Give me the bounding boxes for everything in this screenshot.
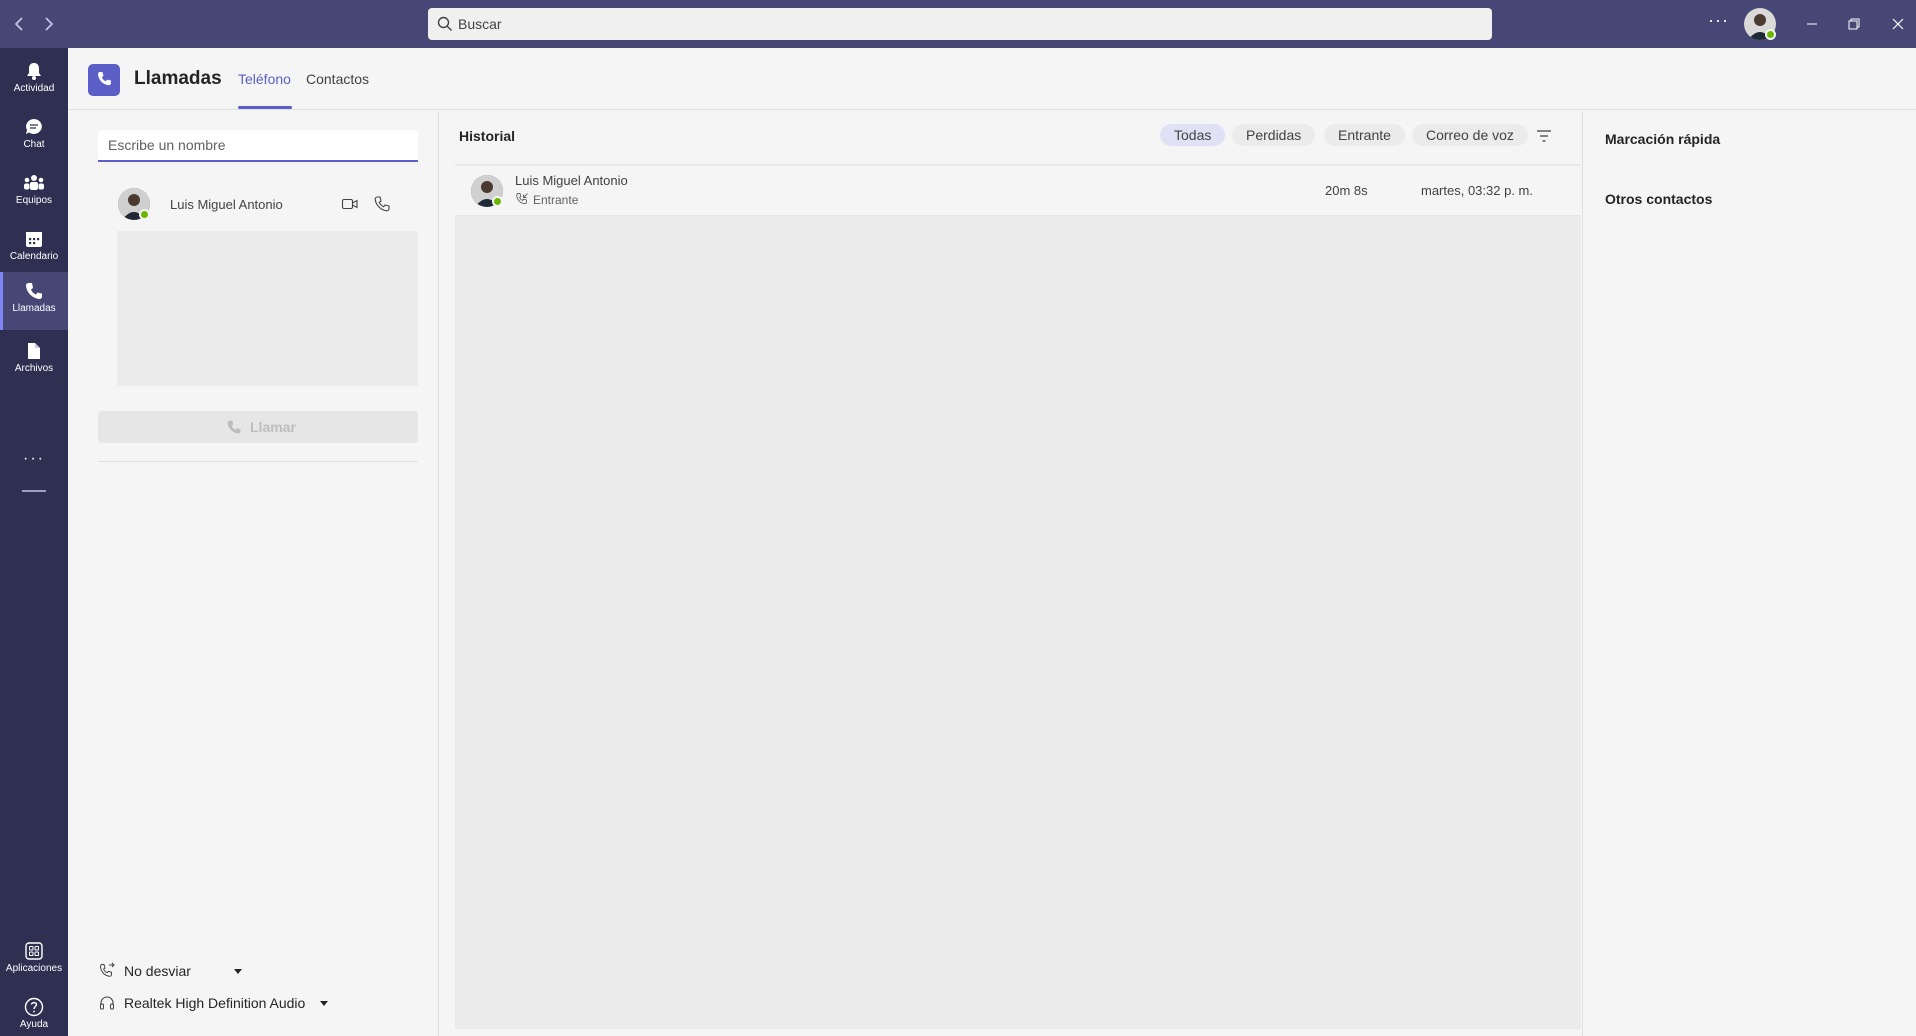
- dial-pad-area: [117, 231, 418, 386]
- rail-item-files[interactable]: Archivos: [0, 332, 68, 386]
- headset-icon: [100, 996, 114, 1010]
- close-button[interactable]: [1886, 12, 1910, 36]
- presence-available-icon: [1765, 29, 1776, 40]
- minimize-icon: [1807, 23, 1817, 25]
- divider: [98, 461, 418, 462]
- apps-icon: [25, 942, 43, 960]
- search-placeholder: Buscar: [458, 16, 502, 32]
- call-button-label: Llamar: [250, 419, 296, 435]
- title-bar: Buscar ···: [0, 0, 1916, 48]
- call-type-label: Entrante: [533, 193, 579, 207]
- history-header: Historial Todas Perdidas Entrante Correo…: [455, 111, 1581, 165]
- page-title: Llamadas: [134, 68, 222, 89]
- rail-item-activity[interactable]: Actividad: [0, 52, 68, 106]
- rail-item-help[interactable]: Ayuda: [0, 988, 68, 1036]
- minimize-button[interactable]: [1800, 12, 1824, 36]
- chat-icon: [26, 119, 42, 134]
- chevron-right-icon: [45, 17, 54, 31]
- rail-divider: [22, 490, 46, 492]
- call-forward-icon: [99, 962, 115, 977]
- close-icon: [1892, 18, 1904, 30]
- rail-item-calls[interactable]: Llamadas: [0, 272, 68, 330]
- filter-correo-de-voz[interactable]: Correo de voz: [1412, 124, 1528, 146]
- restore-button[interactable]: [1842, 12, 1866, 36]
- rail-item-apps[interactable]: Aplicaciones: [0, 932, 68, 986]
- video-camera-icon: [341, 198, 358, 210]
- phone-icon: [26, 283, 42, 299]
- forwarding-label: No desviar: [124, 963, 191, 979]
- filter-icon[interactable]: [1535, 127, 1553, 145]
- help-icon: [24, 997, 44, 1017]
- rail-label: Llamadas: [12, 303, 56, 314]
- filter-todas[interactable]: Todas: [1160, 124, 1226, 146]
- contact-name: Luis Miguel Antonio: [170, 197, 283, 212]
- history-title: Historial: [459, 128, 516, 144]
- app-rail: Actividad Chat Equipos Calendario Llamad…: [0, 48, 68, 1036]
- filter-perdidas[interactable]: Perdidas: [1232, 124, 1316, 146]
- audio-device-dropdown[interactable]: Realtek High Definition Audio: [98, 991, 358, 1015]
- calendar-icon: [26, 232, 42, 247]
- call-forwarding-dropdown[interactable]: No desviar: [98, 959, 242, 983]
- rail-label: Chat: [23, 139, 45, 150]
- call-duration: 20m 8s: [1325, 183, 1368, 198]
- search-icon: [437, 16, 452, 31]
- presence-available-icon: [139, 209, 150, 220]
- rail-label: Equipos: [15, 195, 53, 206]
- presence-available-icon: [492, 196, 503, 207]
- name-search-input[interactable]: [98, 130, 418, 162]
- rail-label: Aplicaciones: [5, 963, 63, 974]
- forward-button[interactable]: [38, 14, 58, 34]
- history-pane: Historial Todas Perdidas Entrante Correo…: [455, 111, 1581, 1029]
- audio-call-button[interactable]: [372, 194, 392, 214]
- table-row[interactable]: Luis Miguel Antonio Entrante 20m 8s mart…: [455, 166, 1581, 216]
- speed-dial-heading[interactable]: Marcación rápida: [1605, 131, 1720, 147]
- audio-device-label: Realtek High Definition Audio: [124, 995, 306, 1011]
- video-call-button[interactable]: [340, 194, 360, 214]
- rail-label: Calendario: [9, 251, 59, 262]
- tab-telefono[interactable]: Teléfono: [238, 71, 291, 87]
- contact-suggestion[interactable]: Luis Miguel Antonio: [118, 186, 418, 226]
- call-date: martes, 03:32 p. m.: [1421, 183, 1533, 198]
- caret-down-icon: [320, 1001, 328, 1006]
- phone-icon: [227, 420, 241, 434]
- rail-item-chat[interactable]: Chat: [0, 108, 68, 162]
- calls-app-badge: [88, 64, 120, 96]
- rail-more-button[interactable]: ···: [0, 450, 68, 468]
- tab-contactos[interactable]: Contactos: [306, 71, 369, 87]
- phone-icon: [374, 196, 390, 212]
- rail-label: Archivos: [14, 363, 54, 374]
- dial-pane: Luis Miguel Antonio Llamar No desviar Re…: [68, 111, 439, 1036]
- rail-item-teams[interactable]: Equipos: [0, 164, 68, 218]
- file-icon: [28, 343, 40, 359]
- active-tab-indicator: [238, 106, 292, 109]
- search-bar[interactable]: Buscar: [428, 8, 1492, 40]
- rail-label: Ayuda: [19, 1019, 49, 1030]
- right-pane: Marcación rápida Otros contactos: [1582, 111, 1916, 1036]
- other-contacts-heading[interactable]: Otros contactos: [1605, 191, 1712, 207]
- phone-icon: [98, 72, 111, 86]
- filter-entrante[interactable]: Entrante: [1324, 124, 1405, 146]
- rail-item-calendar[interactable]: Calendario: [0, 220, 68, 274]
- rail-label: Actividad: [13, 83, 55, 94]
- back-button[interactable]: [10, 14, 30, 34]
- caller-name: Luis Miguel Antonio: [515, 173, 628, 188]
- call-button[interactable]: Llamar: [98, 411, 418, 443]
- caret-down-icon: [234, 969, 242, 974]
- bell-icon: [27, 63, 41, 80]
- incoming-call-icon: [516, 193, 528, 205]
- restore-icon: [1848, 18, 1860, 30]
- chevron-left-icon: [14, 17, 23, 31]
- teams-icon: [24, 175, 44, 190]
- settings-more-button[interactable]: ···: [1708, 10, 1729, 31]
- app-header: Llamadas Teléfono Contactos: [68, 48, 1916, 110]
